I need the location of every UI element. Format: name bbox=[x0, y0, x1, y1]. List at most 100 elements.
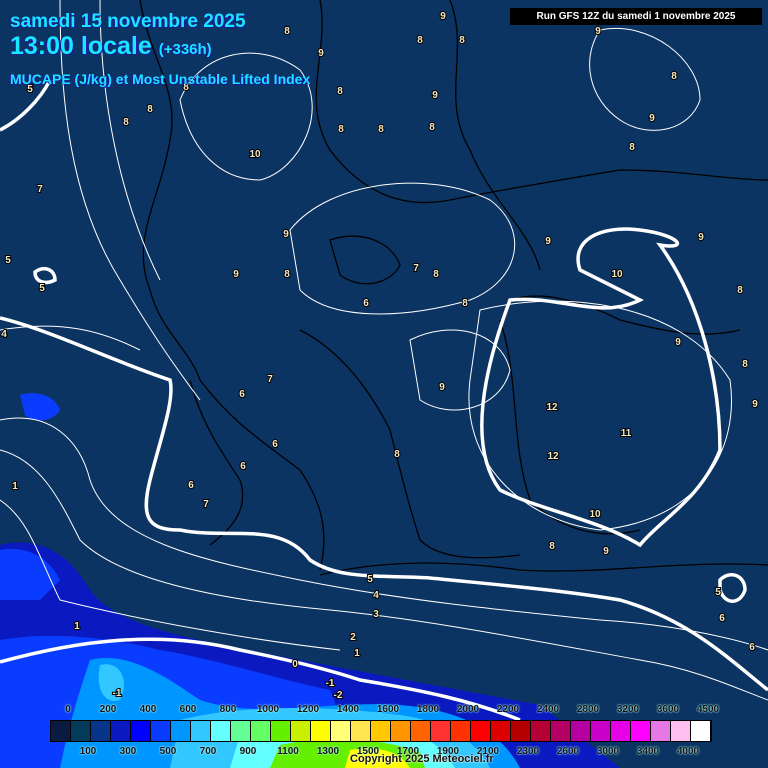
contour-label: 11 bbox=[621, 428, 632, 439]
contour-label: 8 bbox=[338, 124, 344, 135]
legend-label: 1600 bbox=[376, 704, 400, 715]
colorbar-swatch bbox=[271, 721, 291, 741]
colorbar-swatch bbox=[291, 721, 311, 741]
legend-label: 2300 bbox=[516, 746, 540, 757]
legend-label: 700 bbox=[199, 746, 217, 757]
forecast-date: samedi 15 novembre 2025 bbox=[10, 11, 246, 32]
contour-label: 6 bbox=[240, 461, 246, 472]
colorbar-swatch bbox=[71, 721, 91, 741]
contour-label: 10 bbox=[589, 509, 601, 520]
contour-label: -1 bbox=[326, 678, 335, 689]
contour-label: 8 bbox=[417, 35, 423, 46]
contour-label: 8 bbox=[337, 86, 343, 97]
contour-label: 9 bbox=[675, 337, 681, 348]
contour-label: -1 bbox=[113, 688, 122, 699]
legend-label: 2000 bbox=[456, 704, 480, 715]
legend-label: 1300 bbox=[316, 746, 340, 757]
contour-label: 8 bbox=[284, 26, 290, 37]
colorbar-swatch bbox=[331, 721, 351, 741]
contour-label: 5 bbox=[715, 587, 721, 598]
colorbar-swatch bbox=[191, 721, 211, 741]
colorbar-swatch bbox=[671, 721, 691, 741]
contour-label: 3 bbox=[373, 609, 379, 620]
legend-label: 400 bbox=[139, 704, 157, 715]
legend-label: 1800 bbox=[416, 704, 440, 715]
lead-time: (+336h) bbox=[158, 41, 212, 58]
legend-label: 100 bbox=[79, 746, 97, 757]
parameter-title: MUCAPE (J/kg) et Most Unstable Lifted In… bbox=[10, 71, 311, 87]
contour-label: 9 bbox=[283, 229, 289, 240]
colorbar-swatch bbox=[451, 721, 471, 741]
contour-label: 1 bbox=[354, 648, 360, 659]
colorbar-swatch bbox=[51, 721, 71, 741]
forecast-time: 13:00 locale (+336h) bbox=[10, 32, 212, 61]
contour-label: 1 bbox=[74, 621, 80, 632]
colorbar-swatch bbox=[171, 721, 191, 741]
colorbar-swatch bbox=[471, 721, 491, 741]
colorbar-swatch bbox=[251, 721, 271, 741]
colorbar-swatch bbox=[211, 721, 231, 741]
legend-label: 1200 bbox=[296, 704, 320, 715]
contour-label: 9 bbox=[649, 113, 655, 124]
contour-label: 8 bbox=[549, 541, 555, 552]
legend-label: 4500 bbox=[696, 704, 720, 715]
colorbar-swatch bbox=[91, 721, 111, 741]
contour-label: 8 bbox=[378, 124, 384, 135]
legend-label: 4000 bbox=[676, 746, 700, 757]
colorbar-swatch bbox=[131, 721, 151, 741]
legend-label: 200 bbox=[99, 704, 117, 715]
legend-label: 2400 bbox=[536, 704, 560, 715]
legend-label: 2200 bbox=[496, 704, 520, 715]
contour-labels: 99889885 8 8 988 98 8 8810799 959 878 105 86 849879… bbox=[0, 10, 759, 702]
contour-label: 0 bbox=[292, 659, 298, 670]
colorbar-swatch bbox=[611, 721, 631, 741]
legend-label: 800 bbox=[219, 704, 237, 715]
colorbar-swatch bbox=[371, 721, 391, 741]
colorbar-swatch bbox=[651, 721, 671, 741]
contour-label: 10 bbox=[249, 149, 261, 160]
colorbar bbox=[50, 720, 712, 742]
contour-label: 9 bbox=[698, 232, 704, 243]
contour-label: 4 bbox=[1, 329, 7, 340]
legend-label: 600 bbox=[179, 704, 197, 715]
contour-label: 6 bbox=[363, 298, 369, 309]
contour-label: 12 bbox=[547, 451, 559, 462]
legend-label: 1100 bbox=[277, 746, 299, 757]
colorbar-swatch bbox=[551, 721, 571, 741]
contour-label: 8 bbox=[737, 285, 743, 296]
colorbar-swatch bbox=[531, 721, 551, 741]
contour-label: 7 bbox=[37, 184, 43, 195]
contour-label: 5 bbox=[39, 283, 45, 294]
legend-label: 1000 bbox=[256, 704, 280, 715]
contour-label: 8 bbox=[433, 269, 439, 280]
colorbar-swatch bbox=[391, 721, 411, 741]
contour-label: 2 bbox=[350, 632, 356, 643]
contour-label: 9 bbox=[595, 26, 601, 37]
legend-label: 0 bbox=[65, 704, 71, 715]
legend-label: 3600 bbox=[656, 704, 680, 715]
contour-label: 7 bbox=[267, 374, 273, 385]
contour-label: 6 bbox=[239, 389, 245, 400]
lifted-index-contours bbox=[0, 0, 768, 701]
contour-label: 6 bbox=[188, 480, 194, 491]
contour-label: 7 bbox=[413, 263, 419, 274]
legend-label: 500 bbox=[159, 746, 177, 757]
run-info: Run GFS 12Z du samedi 1 novembre 2025 bbox=[510, 8, 762, 25]
colorbar-swatch bbox=[571, 721, 591, 741]
contour-label: 6 bbox=[719, 613, 725, 624]
contour-label: 8 bbox=[284, 269, 290, 280]
legend-label: 900 bbox=[239, 746, 257, 757]
legend-label: 300 bbox=[119, 746, 137, 757]
colorbar-swatch bbox=[111, 721, 131, 741]
contour-label: 9 bbox=[752, 399, 758, 410]
weather-map: 99889885 8 8 988 98 8 8810799 959 878 105 86 849879… bbox=[0, 0, 768, 768]
contour-label: 8 bbox=[671, 71, 677, 82]
contour-label: 8 bbox=[459, 35, 465, 46]
local-time: 13:00 locale bbox=[10, 32, 152, 60]
contour-label: 9 bbox=[603, 546, 609, 557]
legend-label: 2800 bbox=[576, 704, 600, 715]
contour-label: 10 bbox=[611, 269, 623, 280]
colorbar-swatch bbox=[591, 721, 611, 741]
colorbar-swatch bbox=[351, 721, 371, 741]
contour-label: 6 bbox=[272, 439, 278, 450]
